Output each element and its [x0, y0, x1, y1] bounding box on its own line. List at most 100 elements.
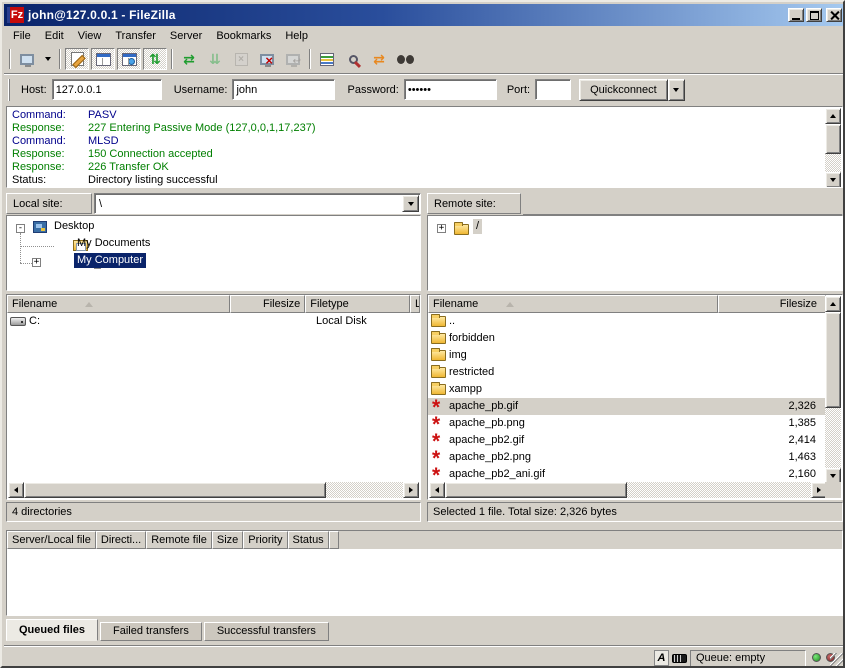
queue-column-header[interactable]: Size — [212, 531, 243, 549]
arrow-right-icon — [409, 487, 413, 493]
filter-icon — [320, 53, 334, 66]
menu-item[interactable]: Transfer — [108, 28, 163, 44]
column-header-filename[interactable]: Filename — [428, 295, 718, 313]
combo-dropdown-button[interactable] — [402, 195, 419, 212]
file-name: apache_pb2.gif — [449, 432, 524, 449]
remote-file-row[interactable]: xampp — [428, 381, 826, 398]
file-size-cell — [718, 313, 826, 330]
host-input[interactable] — [52, 79, 162, 100]
toggle-remote-tree-button[interactable] — [117, 48, 141, 70]
port-input[interactable] — [535, 79, 571, 100]
tree-expander[interactable]: + — [437, 224, 446, 233]
scroll-up-button[interactable] — [825, 296, 841, 312]
remote-file-row[interactable]: img — [428, 347, 826, 364]
local-site-combo[interactable]: \ — [94, 193, 421, 214]
queue-column-header[interactable]: Directi... — [96, 531, 146, 549]
column-header-filename[interactable]: Filename — [7, 295, 230, 313]
log-entry: Command: PASV — [8, 109, 825, 122]
scrollbar-thumb[interactable] — [445, 482, 627, 498]
local-file-row[interactable]: C: Local Disk — [7, 313, 420, 330]
tree-item-desktop[interactable]: Desktop — [51, 219, 97, 234]
file-size-cell: 2,160 — [718, 466, 826, 483]
disconnect-button[interactable] — [255, 48, 279, 70]
title-bar[interactable]: Fz john@127.0.0.1 - FileZilla — [4, 4, 845, 26]
column-header-filesize[interactable]: Filesize — [230, 295, 305, 313]
maximize-button[interactable] — [806, 8, 822, 22]
scrollbar-thumb[interactable] — [825, 124, 841, 154]
toggle-local-tree-button[interactable] — [91, 48, 115, 70]
password-input[interactable] — [404, 79, 497, 100]
directory-listing-filters-button[interactable] — [315, 48, 339, 70]
scroll-right-button[interactable] — [403, 482, 419, 498]
remote-file-row[interactable]: apache_pb.gif 2,326 — [428, 398, 826, 415]
quickconnect-dropdown-button[interactable] — [668, 79, 685, 101]
site-manager-dropdown-button[interactable] — [41, 48, 55, 70]
file-icon — [431, 417, 446, 431]
queue-column-header[interactable] — [329, 531, 339, 549]
quickconnect-button[interactable]: Quickconnect — [579, 79, 668, 101]
queue-column-header[interactable]: Server/Local file — [7, 531, 96, 549]
column-header-lastmodified[interactable]: L — [410, 295, 420, 313]
resize-grip[interactable] — [830, 653, 844, 667]
find-files-button[interactable] — [393, 48, 417, 70]
speed-limit-icon — [672, 654, 687, 663]
file-size-cell: 1,385 — [718, 415, 826, 432]
tree-expander[interactable]: - — [16, 224, 25, 233]
scrollbar-thumb[interactable] — [24, 482, 326, 498]
menu-bar: FileEditViewTransferServerBookmarksHelp — [4, 26, 845, 45]
local-list-header: Filename Filesize Filetype L — [7, 295, 420, 313]
queue-tab[interactable]: Queued files — [6, 619, 98, 641]
file-icon — [431, 434, 446, 448]
tree-item-root[interactable]: / — [473, 219, 482, 234]
remote-file-row[interactable]: apache_pb2.gif 2,414 — [428, 432, 826, 449]
file-name: C: — [29, 313, 40, 330]
queue-tab[interactable]: Failed transfers — [100, 622, 202, 641]
arrow-down-icon — [830, 474, 836, 478]
tree-item-my-computer[interactable]: My Computer — [74, 253, 146, 268]
toggle-transfer-queue-button[interactable]: ⇅ — [143, 48, 167, 70]
log-entry-text: 150 Connection accepted — [88, 148, 213, 161]
synchronized-browsing-button[interactable]: ⇄ — [367, 48, 391, 70]
column-header-filesize[interactable]: Filesize — [718, 295, 826, 313]
remote-file-row[interactable]: forbidden — [428, 330, 826, 347]
tree-expander[interactable]: + — [32, 258, 41, 267]
remote-file-row[interactable]: restricted — [428, 364, 826, 381]
column-header-filetype[interactable]: Filetype — [305, 295, 410, 313]
toggle-message-log-button[interactable] — [65, 48, 89, 70]
queue-column-header[interactable]: Status — [288, 531, 329, 549]
remote-vertical-scrollbar[interactable] — [825, 296, 841, 484]
scroll-up-button[interactable] — [825, 108, 841, 124]
scroll-down-button[interactable] — [825, 172, 841, 188]
remote-file-row[interactable]: apache_pb.png 1,385 — [428, 415, 826, 432]
site-manager-button[interactable] — [15, 48, 39, 70]
queue-tab[interactable]: Successful transfers — [204, 622, 329, 641]
scroll-left-button[interactable] — [8, 482, 24, 498]
menu-item[interactable]: Edit — [38, 28, 71, 44]
column-label: Filename — [433, 298, 478, 310]
menu-item[interactable]: View — [71, 28, 109, 44]
close-button[interactable] — [826, 8, 842, 22]
menu-item[interactable]: File — [6, 28, 38, 44]
scrollbar-thumb[interactable] — [825, 312, 841, 408]
status-bar: A Queue: empty — [4, 645, 845, 668]
menu-item[interactable]: Server — [163, 28, 209, 44]
minimize-button[interactable] — [788, 8, 804, 22]
menu-item[interactable]: Help — [278, 28, 315, 44]
remote-horizontal-scrollbar[interactable] — [429, 482, 827, 498]
menu-item[interactable]: Bookmarks — [209, 28, 278, 44]
remote-file-row[interactable]: .. — [428, 313, 826, 330]
process-queue-button[interactable]: ⇊ — [203, 48, 227, 70]
log-scrollbar[interactable] — [825, 108, 841, 188]
remote-file-row[interactable]: apache_pb2_ani.gif 2,160 — [428, 466, 826, 483]
arrow-left-icon — [14, 487, 18, 493]
username-input[interactable] — [232, 79, 335, 100]
refresh-button[interactable]: ⇄ — [177, 48, 201, 70]
remote-file-row[interactable]: apache_pb2.png 1,463 — [428, 449, 826, 466]
queue-column-header[interactable]: Remote file — [146, 531, 212, 549]
drive-icon — [10, 317, 26, 326]
scroll-left-button[interactable] — [429, 482, 445, 498]
tree-item-my-documents[interactable]: My Documents — [74, 236, 153, 251]
directory-comparison-button[interactable] — [341, 48, 365, 70]
local-horizontal-scrollbar[interactable] — [8, 482, 419, 498]
queue-column-header[interactable]: Priority — [243, 531, 287, 549]
